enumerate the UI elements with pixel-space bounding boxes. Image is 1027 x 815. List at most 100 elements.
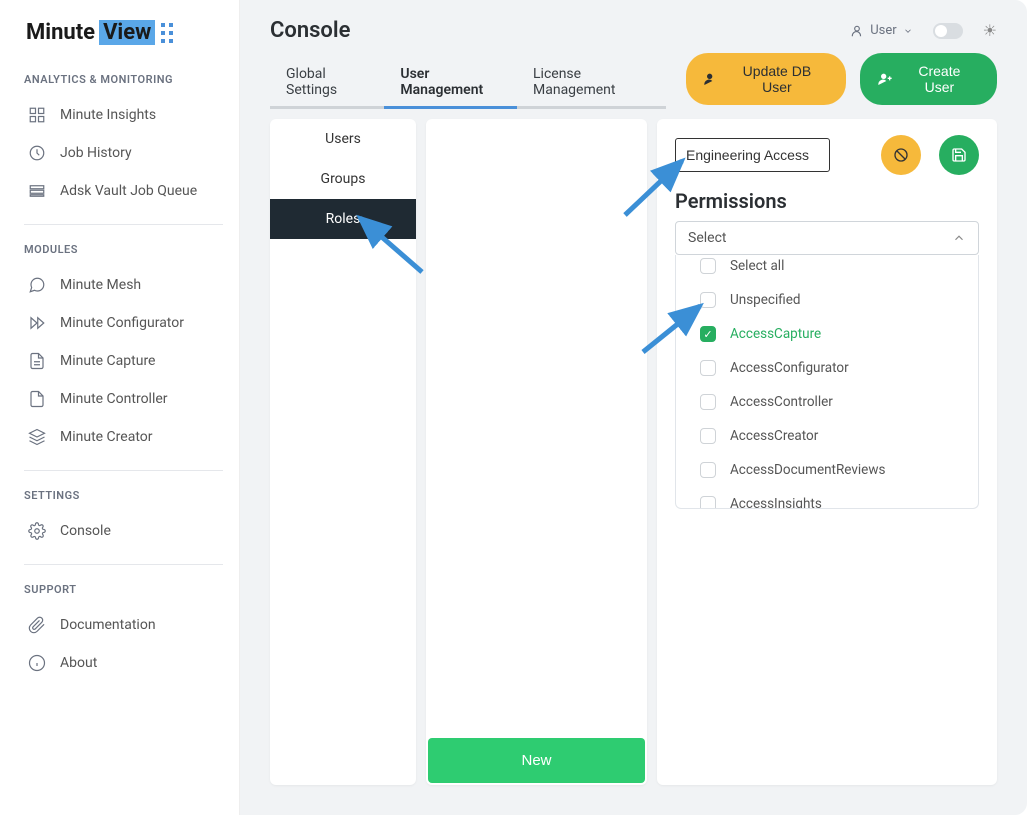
user-label: User: [870, 23, 896, 38]
page-icon: [28, 352, 46, 370]
sidebar-item-label: Minute Configurator: [60, 315, 184, 331]
option-label: AccessConfigurator: [730, 360, 849, 376]
chat-icon: [28, 276, 46, 294]
permissions-select[interactable]: Select: [675, 221, 979, 255]
select-placeholder: Select: [688, 230, 726, 246]
create-user-button[interactable]: Create User: [860, 53, 997, 105]
new-role-button[interactable]: New: [428, 738, 645, 783]
subtab-users[interactable]: Users: [270, 119, 416, 159]
sidebar-item-label: Documentation: [60, 617, 156, 633]
sidebar-item-minute-configurator[interactable]: Minute Configurator: [20, 304, 231, 342]
user-add-icon: [874, 67, 895, 91]
permission-option-accessdocumentreviews[interactable]: AccessDocumentReviews: [676, 453, 978, 487]
sidebar-item-label: Minute Controller: [60, 391, 168, 407]
tab-global-settings[interactable]: Global Settings: [270, 56, 384, 109]
option-label: AccessController: [730, 394, 833, 410]
ban-icon: [893, 147, 909, 163]
theme-toggle[interactable]: [933, 23, 963, 39]
queue-icon: [28, 182, 46, 200]
topbar: Console User ☀: [240, 0, 1027, 53]
checkbox-icon[interactable]: [700, 258, 716, 274]
sidebar-item-label: Console: [60, 523, 111, 539]
sidebar-item-job-history[interactable]: Job History: [20, 134, 231, 172]
sidebar-item-about[interactable]: About: [20, 644, 231, 682]
checkbox-icon[interactable]: [700, 462, 716, 478]
permissions-list[interactable]: Select all Unspecified AccessCapture Acc…: [675, 255, 979, 509]
role-name-input[interactable]: [675, 138, 830, 172]
role-editor-panel: Permissions Select Select all Unspecifie…: [657, 119, 997, 785]
permission-option-select-all[interactable]: Select all: [676, 255, 978, 283]
panels: Users Groups Roles New: [240, 109, 1027, 815]
checkbox-icon[interactable]: [700, 394, 716, 410]
sidebar-item-label: Minute Mesh: [60, 277, 141, 293]
info-icon: [28, 654, 46, 672]
permission-option-unspecified[interactable]: Unspecified: [676, 283, 978, 317]
user-edit-icon: [700, 67, 721, 91]
roles-list-panel: New: [426, 119, 647, 785]
permission-option-accesscontroller[interactable]: AccessController: [676, 385, 978, 419]
save-button[interactable]: [939, 135, 979, 175]
checkbox-icon[interactable]: [700, 292, 716, 308]
grid-icon: [28, 106, 46, 124]
sidebar-item-label: Adsk Vault Job Queue: [60, 183, 197, 199]
chevron-up-icon: [952, 231, 966, 245]
subtabs-panel: Users Groups Roles: [270, 119, 416, 785]
main-content: Console User ☀ Global Settings User Mana…: [240, 0, 1027, 815]
page-title: Console: [270, 18, 350, 43]
logo-text-2: View: [99, 20, 155, 45]
sidebar-item-minute-creator[interactable]: Minute Creator: [20, 418, 231, 456]
save-icon: [951, 147, 967, 163]
permission-option-accessinsights[interactable]: AccessInsights: [676, 487, 978, 509]
permissions-title: Permissions: [675, 189, 979, 213]
gear-icon: [28, 522, 46, 540]
sidebar-section-support: SUPPORT: [24, 583, 231, 596]
sun-icon[interactable]: ☀: [983, 21, 997, 40]
sidebar-item-minute-controller[interactable]: Minute Controller: [20, 380, 231, 418]
sidebar-item-console[interactable]: Console: [20, 512, 231, 550]
checkbox-icon[interactable]: [700, 360, 716, 376]
option-label: AccessDocumentReviews: [730, 462, 885, 478]
tabs: Global Settings User Management License …: [270, 56, 666, 109]
update-db-user-button[interactable]: Update DB User: [686, 53, 846, 105]
subtab-roles[interactable]: Roles: [270, 199, 416, 239]
user-icon: [850, 24, 864, 38]
option-label: AccessCreator: [730, 428, 818, 444]
sidebar-section-analytics: ANALYTICS & MONITORING: [24, 73, 231, 86]
layers-icon: [28, 428, 46, 446]
sidebar-item-label: Job History: [60, 145, 132, 161]
doc-icon: [28, 390, 46, 408]
sidebar-item-minute-mesh[interactable]: Minute Mesh: [20, 266, 231, 304]
sidebar-item-documentation[interactable]: Documentation: [20, 606, 231, 644]
option-label: Unspecified: [730, 292, 801, 308]
sidebar-section-modules: MODULES: [24, 243, 231, 256]
sidebar-item-vault-queue[interactable]: Adsk Vault Job Queue: [20, 172, 231, 210]
sidebar-item-label: Minute Insights: [60, 107, 156, 123]
logo: MinuteView: [20, 20, 231, 45]
option-label: AccessCapture: [730, 326, 821, 342]
cancel-button[interactable]: [881, 135, 921, 175]
sidebar: MinuteView ANALYTICS & MONITORING Minute…: [0, 0, 240, 815]
permission-option-accesscapture[interactable]: AccessCapture: [676, 317, 978, 351]
attachment-icon: [28, 616, 46, 634]
subtab-groups[interactable]: Groups: [270, 159, 416, 199]
button-label: Update DB User: [731, 63, 822, 95]
tab-license-management[interactable]: License Management: [517, 56, 666, 109]
sidebar-item-label: Minute Capture: [60, 353, 155, 369]
checkbox-icon[interactable]: [700, 428, 716, 444]
sidebar-item-minute-capture[interactable]: Minute Capture: [20, 342, 231, 380]
permission-option-accesscreator[interactable]: AccessCreator: [676, 419, 978, 453]
permission-option-accessconfigurator[interactable]: AccessConfigurator: [676, 351, 978, 385]
checkbox-icon[interactable]: [700, 326, 716, 342]
forward-icon: [28, 314, 46, 332]
sidebar-item-label: About: [60, 655, 97, 671]
sidebar-item-minute-insights[interactable]: Minute Insights: [20, 96, 231, 134]
user-dropdown[interactable]: User: [850, 23, 912, 38]
checkbox-icon[interactable]: [700, 496, 716, 509]
chevron-down-icon: [903, 26, 913, 36]
toolbar: Global Settings User Management License …: [240, 53, 1027, 109]
option-label: AccessInsights: [730, 496, 822, 509]
clock-icon: [28, 144, 46, 162]
logo-dots-icon: [159, 21, 177, 45]
tab-user-management[interactable]: User Management: [384, 56, 517, 109]
button-label: Create User: [906, 63, 973, 95]
